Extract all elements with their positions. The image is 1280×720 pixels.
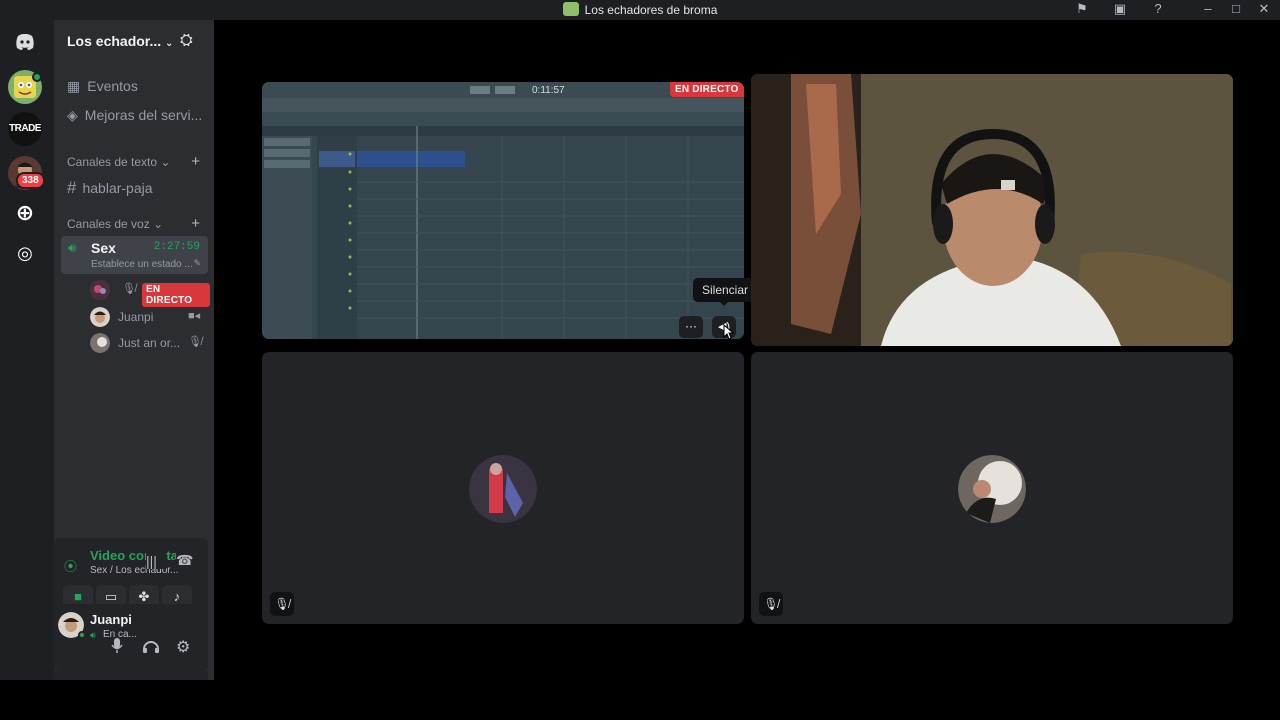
screen-share-icon: ▭ — [104, 589, 118, 604]
speaker-icon: 🔊︎ — [90, 630, 96, 640]
muted-mic-icon: 🎙︎̸ — [188, 336, 202, 348]
voice-user-row[interactable]: 🎙︎̸ EN DIRECTO — [90, 280, 210, 307]
participant-tile[interactable]: 🎙︎̸ — [262, 352, 744, 624]
add-server-icon[interactable]: ⊕ — [8, 196, 42, 230]
channel-label: hablar-paja — [82, 180, 153, 196]
channel-item-hablar-paja[interactable]: # hablar-paja — [67, 178, 153, 198]
participant-avatar — [469, 455, 537, 523]
muted-mic-icon: 🎙︎̸ — [759, 592, 783, 616]
soundboard-icon: ♪ — [173, 589, 181, 604]
inbox-icon[interactable]: ⚑ — [1068, 0, 1096, 20]
speaker-icon: 🔊︎ — [68, 240, 77, 255]
tooltip-arrow — [719, 301, 729, 306]
settings-gear-icon[interactable]: ⚙ — [176, 637, 190, 657]
live-badge: EN DIRECTO — [670, 82, 744, 97]
live-badge: EN DIRECTO — [142, 283, 210, 307]
channel-sidebar: Los echador... ⌄ ⛭ ▦ Eventos ◈ Mejoras del… — [54, 20, 214, 680]
events-label: Eventos — [87, 78, 138, 94]
video-camera-icon: ■◂ — [188, 310, 201, 322]
server-name: Los echador... — [67, 33, 162, 49]
user-avatar — [90, 307, 110, 327]
server-icon — [562, 2, 579, 16]
create-voice-channel-icon[interactable]: + — [191, 215, 200, 232]
calendar-icon: ▦ — [67, 78, 81, 94]
chevron-down-icon: ⌄ — [153, 217, 164, 231]
edit-icon[interactable]: ✎ — [193, 258, 201, 269]
discord-home-icon[interactable] — [8, 24, 42, 58]
guild-icon-trade[interactable]: TRADE — [8, 112, 42, 146]
placeholder — [10, 620, 30, 640]
events-item[interactable]: ▦ Eventos — [67, 78, 138, 95]
close-icon[interactable]: ✕ — [1250, 0, 1278, 20]
voice-category[interactable]: Canales de voz ⌄ — [67, 217, 163, 231]
muted-mic-icon: 🎙︎̸ — [270, 592, 294, 616]
invite-icon[interactable]: ⛭ — [180, 32, 193, 50]
voice-user-name: Juanpi — [118, 310, 154, 324]
chevron-down-icon: ⌄ — [160, 155, 171, 169]
voice-stage: 0:11:57 EN DIRECTO ··· ◀) Silenciar — [214, 20, 1280, 680]
mouse-cursor — [722, 323, 735, 345]
screen-share-icon[interactable]: ▣ — [1106, 0, 1134, 20]
boosts-label: Mejoras del servi... — [84, 107, 203, 123]
username: Juanpi — [90, 612, 132, 627]
disconnect-icon[interactable]: ☎ — [176, 552, 193, 569]
window-titlebar: Los echadores de broma ⚑ ▣ ? – □ ✕ — [0, 0, 1280, 20]
video-camera-icon: ■ — [74, 589, 82, 604]
maximize-icon[interactable]: □ — [1222, 0, 1250, 20]
voice-user-name: Just an or... — [118, 336, 181, 350]
voice-status[interactable]: Establece un estado ... — [91, 259, 193, 270]
chevron-down-icon: ⌄ — [165, 38, 174, 49]
create-text-channel-icon[interactable]: + — [191, 153, 200, 170]
signal-icon[interactable]: ⦿ — [64, 556, 77, 575]
mentions-badge: 338 — [16, 172, 45, 189]
user-avatar — [90, 333, 110, 353]
headphones-button[interactable] — [142, 638, 160, 659]
daw-screen-image: 0:11:57 — [262, 82, 744, 339]
noise-suppression-icon[interactable]: ||| — [146, 553, 166, 569]
muted-mic-icon: 🎙︎̸ — [122, 283, 136, 295]
participant-tile[interactable]: 🎙︎̸ — [751, 352, 1233, 624]
text-category[interactable]: Canales de texto ⌄ — [67, 155, 170, 169]
microphone-button[interactable] — [110, 637, 124, 660]
bottom-letterbox — [0, 680, 1280, 720]
voice-user-row[interactable]: Just an or... 🎙︎̸ — [90, 333, 210, 355]
boosts-item[interactable]: ◈ Mejoras del servi... — [67, 107, 202, 124]
webcam-tile[interactable] — [751, 74, 1233, 346]
screen-share-tile[interactable]: 0:11:57 EN DIRECTO ··· ◀) — [262, 82, 744, 339]
help-icon[interactable]: ? — [1144, 0, 1172, 20]
user-avatar — [90, 280, 110, 300]
voice-category-label: Canales de voz — [67, 217, 150, 231]
voice-timer: 2:27:59 — [153, 241, 200, 253]
voice-user-row[interactable]: Juanpi ■◂ — [90, 307, 210, 329]
stream-time: 0:11:57 — [532, 85, 565, 96]
panel-gap — [54, 671, 208, 680]
activities-icon: ✤ — [138, 589, 150, 604]
guild-unread-dot — [32, 72, 42, 82]
hashtag-icon: # — [67, 178, 77, 197]
online-status-dot — [78, 631, 86, 639]
webcam-image — [751, 74, 1233, 346]
more-options-button[interactable]: ··· — [679, 316, 703, 338]
guild-rail: TRADE 338 ⊕ ◎ — [0, 20, 54, 680]
participant-avatar — [958, 455, 1026, 523]
voice-channel-name: Sex — [91, 240, 116, 256]
tooltip: Silenciar — [693, 278, 758, 302]
server-name-button[interactable]: Los echador... ⌄ — [67, 33, 173, 49]
voice-channel-sex[interactable]: 🔊︎ Sex 2:27:59 Establece un estado ... ✎ — [61, 236, 208, 274]
text-category-label: Canales de texto — [67, 155, 158, 169]
boost-icon: ◈ — [67, 107, 78, 123]
window-title-text: Los echadores de broma — [584, 3, 718, 17]
discover-icon[interactable]: ◎ — [8, 236, 42, 270]
minimize-icon[interactable]: – — [1194, 0, 1222, 20]
